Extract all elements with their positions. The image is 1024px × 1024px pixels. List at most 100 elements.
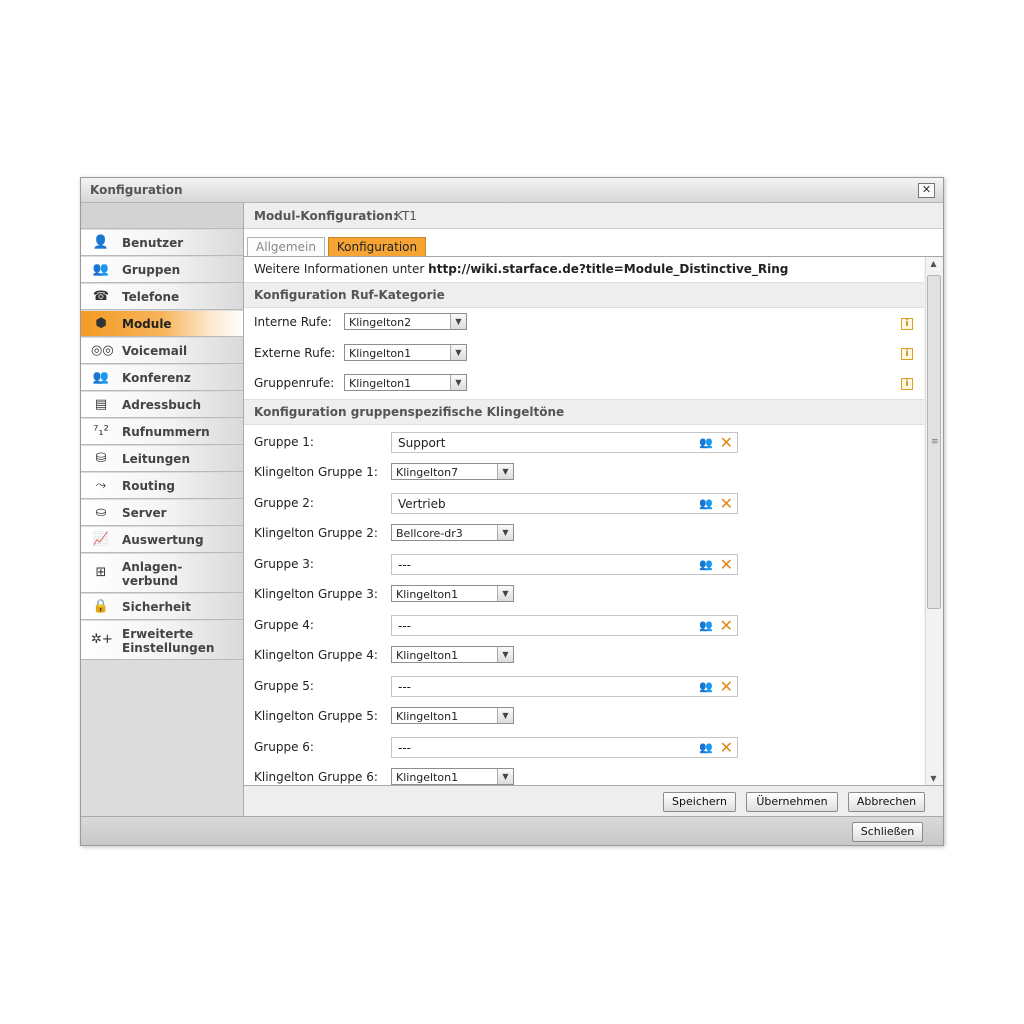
gruppenrufe-select[interactable]: Klingelton1 ▼ (344, 374, 467, 391)
select-group-icon[interactable]: 👥 (699, 558, 713, 571)
sidebar-item-label-line2: Einstellungen (122, 641, 215, 655)
sidebar-item-sicherheit[interactable]: 🔒 Sicherheit (81, 594, 243, 620)
sidebar-item-label: Konferenz (122, 371, 191, 385)
sidebar-item-erweiterte-einstellungen[interactable]: ✲+ Erweiterte Einstellungen (81, 621, 243, 660)
group-4-tone-select[interactable]: Klingelton1 ▼ (391, 646, 514, 663)
window-title: Konfiguration (90, 183, 183, 197)
window-close-button[interactable]: ✕ (918, 183, 935, 198)
tab-allgemein[interactable]: Allgemein (247, 237, 325, 256)
window-titlebar: Konfiguration ✕ (81, 178, 943, 203)
interne-rufe-select[interactable]: Klingelton2 ▼ (344, 313, 467, 330)
scrollbar-thumb[interactable]: ≡ (927, 275, 941, 609)
delete-icon[interactable]: ✕ (720, 738, 733, 757)
interne-rufe-label: Interne Rufe: (254, 315, 332, 329)
group-5-tone-value: Klingelton1 (396, 710, 459, 723)
sidebar: 👤 Benutzer 👥 Gruppen ☎ Telefone ⬢ Module ◎◎ Voice… (81, 203, 244, 816)
info-icon[interactable]: i (901, 378, 913, 390)
configuration-window: Konfiguration ✕ 👤 Benutzer 👥 Gruppen ☎ Telefo… (80, 177, 944, 846)
sidebar-item-anlagen-verbund[interactable]: ⊞ Anlagen-verbund (81, 554, 243, 593)
group-1-tone-label: Klingelton Gruppe 1: (254, 465, 378, 479)
group-1-tone-value: Klingelton7 (396, 466, 459, 479)
sidebar-item-auswertung[interactable]: 📈 Auswertung (81, 527, 243, 553)
sidebar-item-module[interactable]: ⬢ Module (81, 311, 243, 337)
group-2-value: Vertrieb (398, 497, 446, 511)
sidebar-item-label: Gruppen (122, 263, 181, 277)
sidebar-item-konferenz[interactable]: 👥 Konferenz (81, 365, 243, 391)
sidebar-item-label: Sicherheit (122, 600, 191, 614)
group-3-field[interactable]: --- 👥 ✕ (391, 554, 738, 575)
group-5-value: --- (398, 680, 411, 694)
scroll-up-arrow-icon[interactable]: ▲ (926, 257, 941, 271)
group-3-tone-select[interactable]: Klingelton1 ▼ (391, 585, 514, 602)
delete-icon[interactable]: ✕ (720, 555, 733, 574)
group-6-tone-label: Klingelton Gruppe 6: (254, 770, 378, 784)
info-icon[interactable]: i (901, 318, 913, 330)
chevron-down-icon: ▼ (450, 345, 466, 360)
group-4-field[interactable]: --- 👥 ✕ (391, 615, 738, 636)
select-group-icon[interactable]: 👥 (699, 436, 713, 449)
group-2-field[interactable]: Vertrieb 👥 ✕ (391, 493, 738, 514)
chevron-down-icon: ▼ (450, 314, 466, 329)
group-5-tone-select[interactable]: Klingelton1 ▼ (391, 707, 514, 724)
chevron-down-icon: ▼ (497, 586, 513, 601)
sidebar-item-rufnummern[interactable]: ⁷₁² Rufnummern (81, 419, 243, 445)
module-header: Modul-Konfiguration: KT1 (244, 203, 943, 229)
sidebar-item-label-line1: Anlagen- (122, 560, 183, 574)
advanced-settings-icon: ✲+ (91, 632, 113, 647)
sidebar-item-voicemail[interactable]: ◎◎ Voicemail (81, 338, 243, 364)
chevron-down-icon: ▼ (497, 647, 513, 662)
info-wiki-link[interactable]: http://wiki.starface.de?title=Module_Dis… (428, 262, 788, 276)
lock-icon: 🔒 (92, 599, 110, 614)
routing-icon: ⤳ (95, 478, 107, 493)
group-5-label: Gruppe 5: (254, 679, 314, 693)
gruppenrufe-label: Gruppenrufe: (254, 376, 335, 390)
sidebar-item-telefone[interactable]: ☎ Telefone (81, 284, 243, 310)
section-groups-title: Konfiguration gruppenspezifische Klingel… (254, 405, 565, 419)
select-group-icon[interactable]: 👥 (699, 497, 713, 510)
select-group-icon[interactable]: 👥 (699, 619, 713, 632)
sidebar-item-label: Server (122, 506, 167, 520)
group-1-field[interactable]: Support 👥 ✕ (391, 432, 738, 453)
select-group-icon[interactable]: 👥 (699, 680, 713, 693)
delete-icon[interactable]: ✕ (720, 677, 733, 696)
chevron-down-icon: ▼ (450, 375, 466, 390)
section-ruf-kategorie: Konfiguration Ruf-Kategorie (244, 282, 924, 308)
externe-rufe-select[interactable]: Klingelton1 ▼ (344, 344, 467, 361)
group-5-field[interactable]: --- 👥 ✕ (391, 676, 738, 697)
section-gruppen-klingeltoene: Konfiguration gruppenspezifische Klingel… (244, 399, 924, 425)
sidebar-item-adressbuch[interactable]: ▤ Adressbuch (81, 392, 243, 418)
save-button[interactable]: Speichern (663, 792, 736, 812)
server-icon: ⛀ (95, 505, 107, 520)
select-group-icon[interactable]: 👥 (699, 741, 713, 754)
sidebar-item-label: Routing (122, 479, 176, 493)
sidebar-item-leitungen[interactable]: ⛁ Leitungen (81, 446, 243, 472)
scroll-down-arrow-icon[interactable]: ▼ (926, 772, 941, 786)
sidebar-top-strip (81, 203, 243, 229)
delete-icon[interactable]: ✕ (720, 433, 733, 452)
group-2-tone-select[interactable]: Bellcore-dr3 ▼ (391, 524, 514, 541)
sidebar-item-benutzer[interactable]: 👤 Benutzer (81, 230, 243, 256)
network-icon: ⊞ (95, 565, 107, 580)
tab-bar: Allgemein Konfiguration (244, 229, 943, 257)
externe-rufe-value: Klingelton1 (349, 347, 412, 360)
info-icon[interactable]: i (901, 348, 913, 360)
delete-icon[interactable]: ✕ (720, 616, 733, 635)
delete-icon[interactable]: ✕ (720, 494, 733, 513)
module-cube-icon: ⬢ (95, 316, 107, 331)
apply-button[interactable]: Übernehmen (746, 792, 838, 812)
sidebar-item-gruppen[interactable]: 👥 Gruppen (81, 257, 243, 283)
user-icon: 👤 (92, 235, 110, 250)
close-button[interactable]: Schließen (852, 822, 923, 842)
content-scrollbar[interactable]: ▲ ≡ ▼ (925, 257, 941, 786)
chevron-down-icon: ▼ (497, 769, 513, 784)
cancel-button[interactable]: Abbrechen (848, 792, 925, 812)
group-6-field[interactable]: --- 👥 ✕ (391, 737, 738, 758)
group-1-tone-select[interactable]: Klingelton7 ▼ (391, 463, 514, 480)
group-6-tone-select[interactable]: Klingelton1 ▼ (391, 768, 514, 785)
tab-konfiguration[interactable]: Konfiguration (328, 237, 426, 256)
sidebar-item-server[interactable]: ⛀ Server (81, 500, 243, 526)
sidebar-item-routing[interactable]: ⤳ Routing (81, 473, 243, 499)
voicemail-icon: ◎◎ (91, 343, 114, 358)
group-3-value: --- (398, 558, 411, 572)
group-icon: 👥 (92, 262, 110, 277)
